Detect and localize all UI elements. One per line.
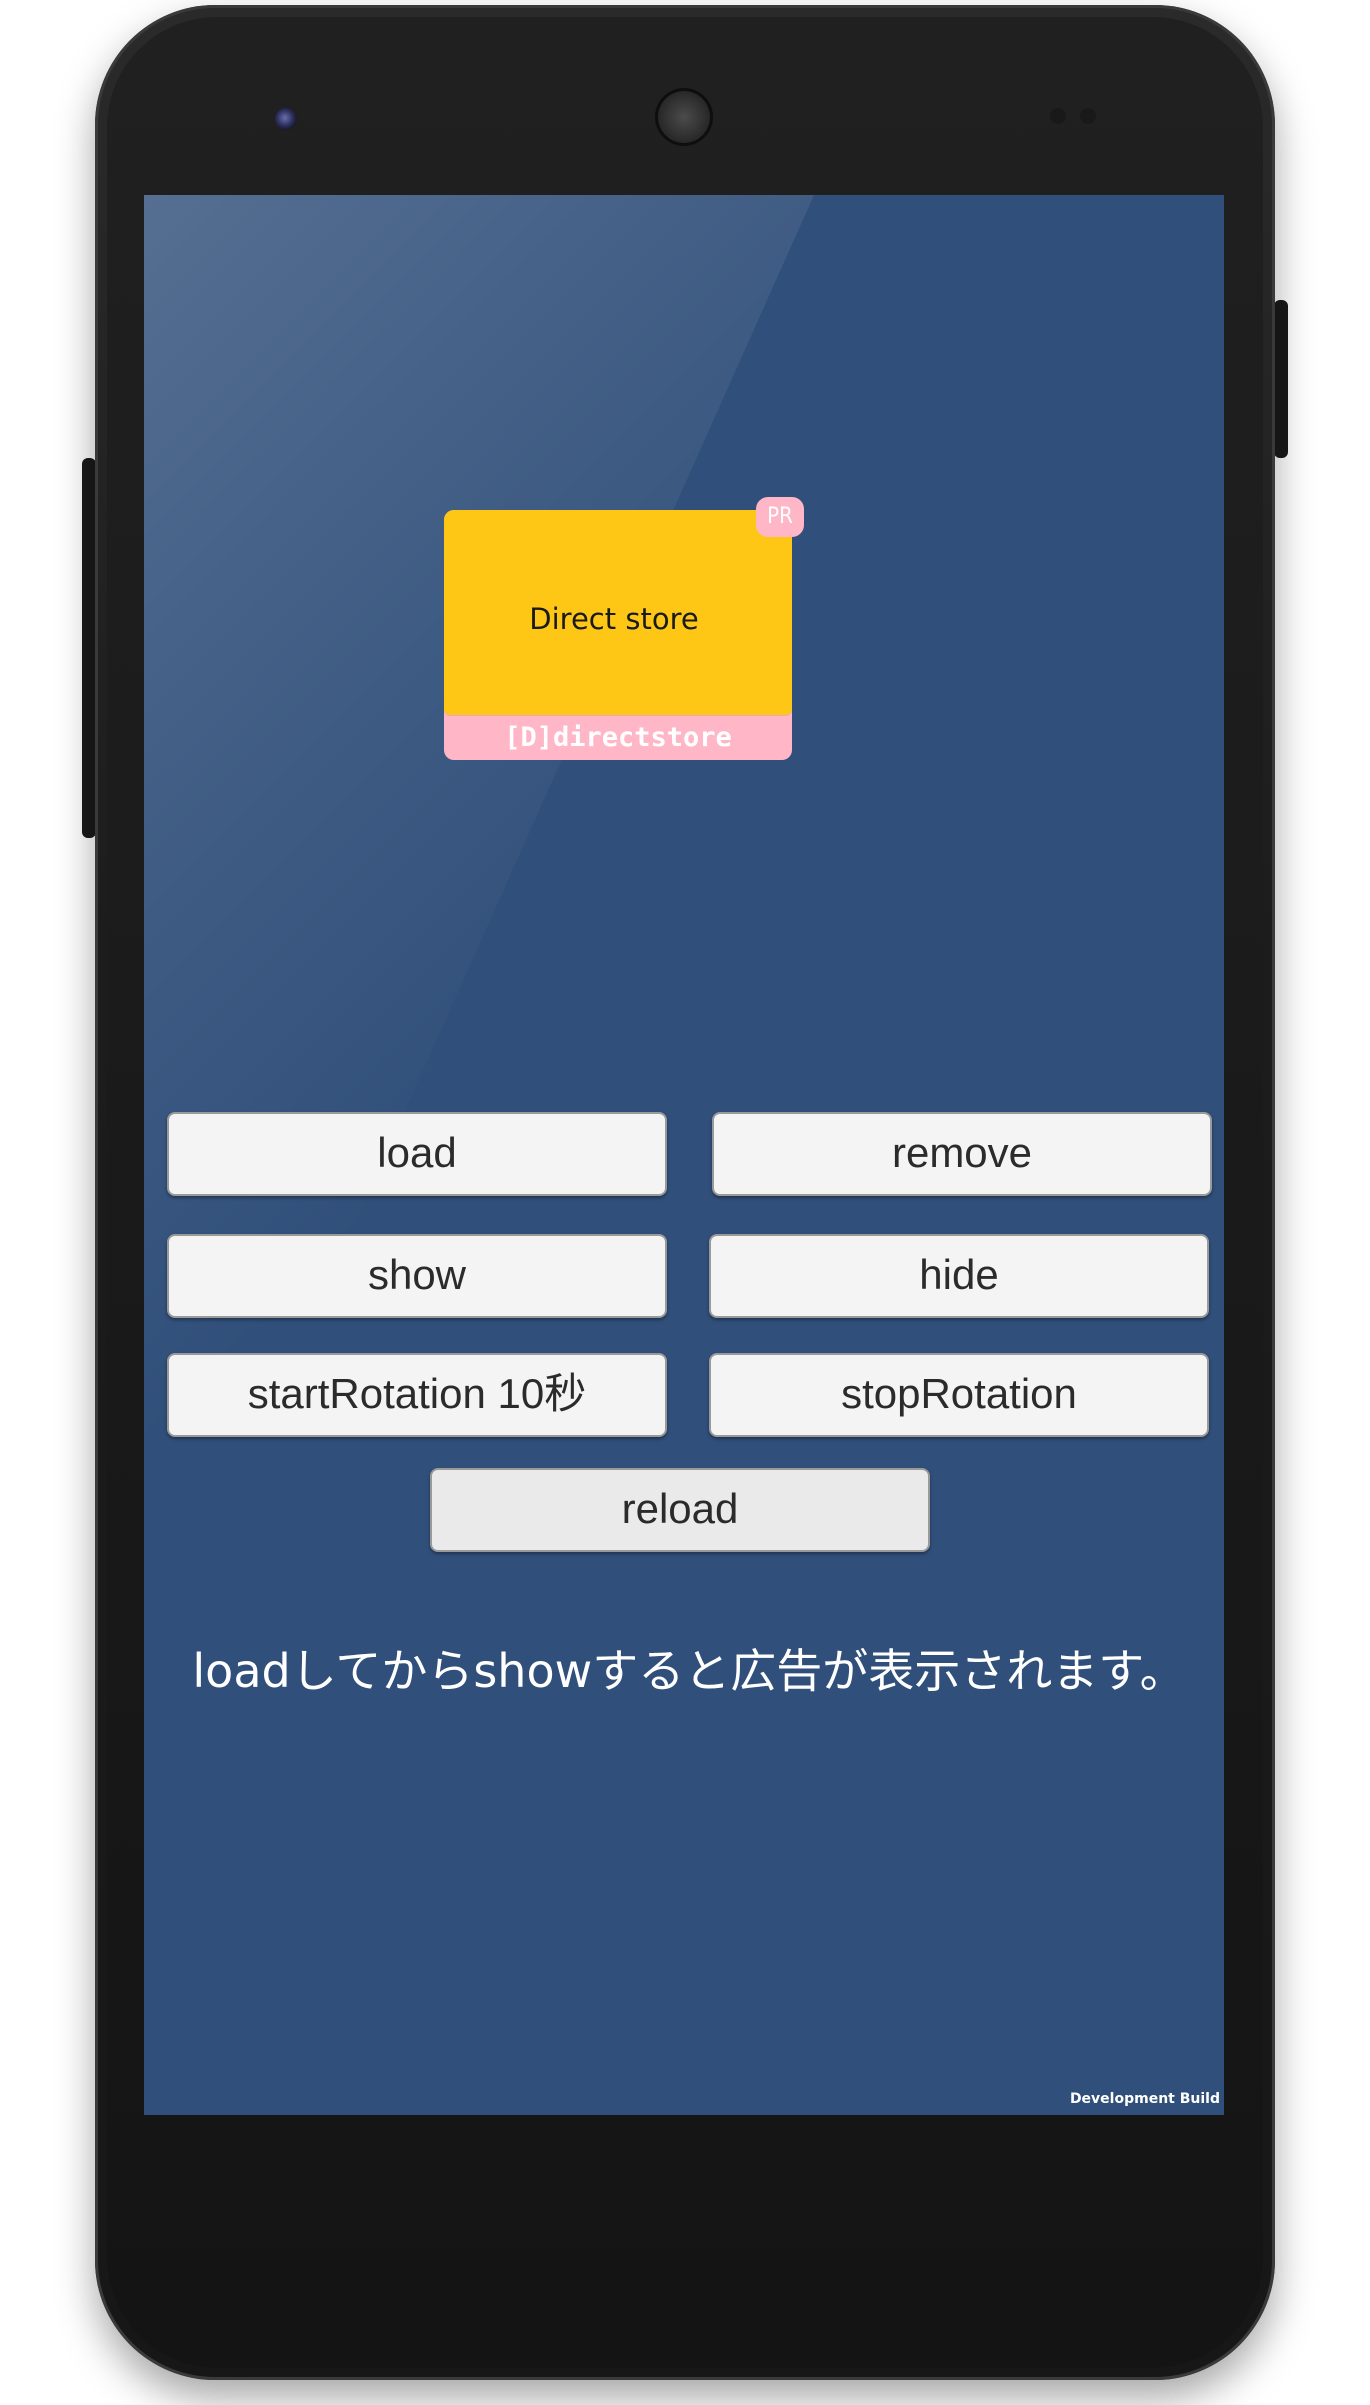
power-button: [1274, 300, 1288, 458]
load-button[interactable]: load: [167, 1112, 667, 1196]
ad-image-text: Direct store: [529, 602, 699, 636]
app-screen: Direct store [D]directstore PR load remo…: [144, 195, 1224, 2115]
speaker-grille-icon: [655, 88, 713, 146]
pr-badge: PR: [756, 497, 804, 537]
show-button[interactable]: show: [167, 1234, 667, 1318]
device-frame-area: Direct store [D]directstore PR load remo…: [0, 0, 1370, 2405]
remove-button[interactable]: remove: [712, 1112, 1212, 1196]
ad-banner[interactable]: Direct store [D]directstore PR: [444, 497, 804, 760]
development-build-label: Development Build: [1069, 2091, 1220, 2107]
reload-button[interactable]: reload: [430, 1468, 930, 1552]
front-camera-icon: [275, 108, 297, 130]
ad-image[interactable]: Direct store: [444, 510, 792, 715]
stop-rotation-button[interactable]: stopRotation: [709, 1353, 1209, 1437]
ad-label: [D]directstore: [504, 722, 732, 753]
instruction-text: loadしてからshowすると広告が表示されます。: [192, 1644, 1186, 1698]
hide-button[interactable]: hide: [709, 1234, 1209, 1318]
start-rotation-button[interactable]: startRotation 10秒: [167, 1353, 667, 1437]
sensor-icon: [1050, 108, 1120, 124]
volume-button: [82, 458, 96, 838]
